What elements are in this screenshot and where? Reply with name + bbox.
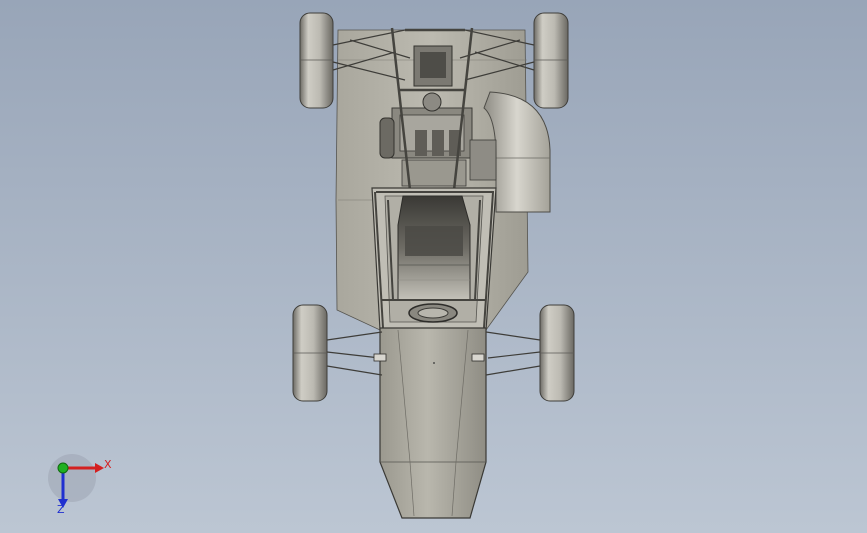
z-axis-label: Z [57,503,65,516]
driver-seat [397,195,471,301]
model-view[interactable] [0,0,867,533]
rear-left-tire [299,12,334,109]
coordinate-triad-icon: X Z [48,452,118,518]
steering-wheel [408,303,458,323]
3d-viewport[interactable]: X Z [0,0,867,533]
nose-cone [379,327,487,519]
rear-right-tire [533,12,569,109]
front-left-tire [292,304,328,402]
x-axis-label: X [104,458,112,471]
front-right-tire [539,304,575,402]
